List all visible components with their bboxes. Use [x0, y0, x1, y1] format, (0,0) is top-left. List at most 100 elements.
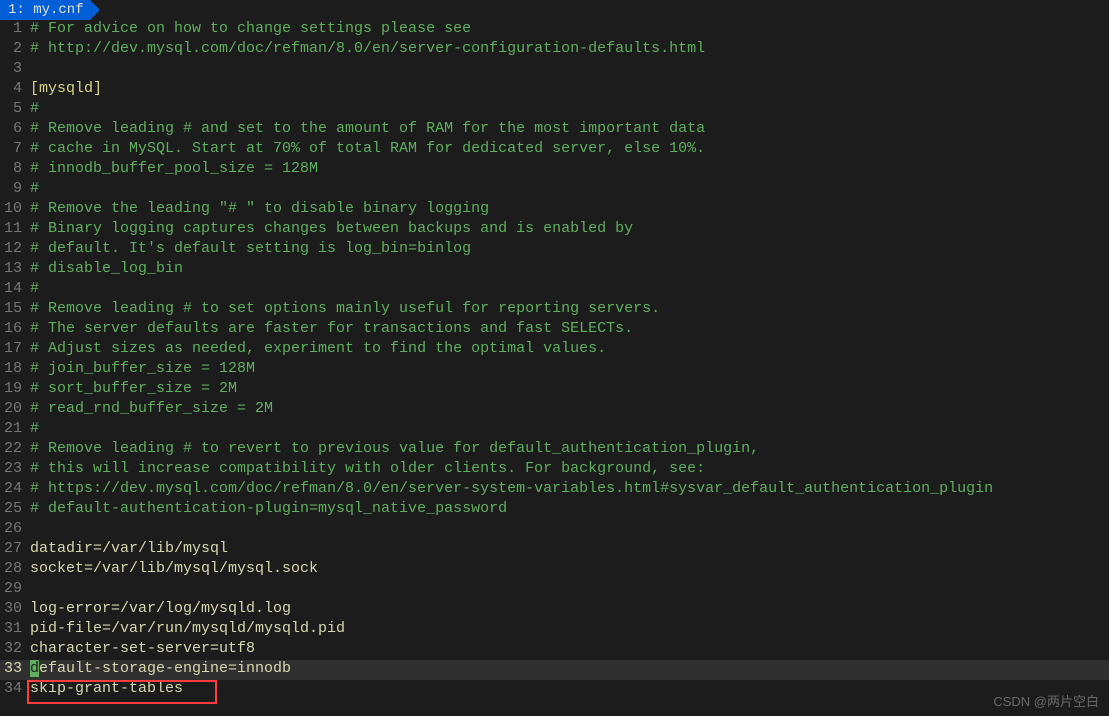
line-content: # default. It's default setting is log_b…: [26, 240, 471, 257]
line-number: 18: [0, 360, 26, 377]
line-content: [mysqld]: [26, 80, 102, 97]
line-content: # The server defaults are faster for tra…: [26, 320, 633, 337]
buffer-tab-label: 1: my.cnf: [8, 2, 84, 18]
code-line[interactable]: 4[mysqld]: [0, 80, 1109, 100]
code-line[interactable]: 15# Remove leading # to set options main…: [0, 300, 1109, 320]
line-number: 4: [0, 80, 26, 97]
line-content: pid-file=/var/run/mysqld/mysqld.pid: [26, 620, 345, 637]
line-number: 14: [0, 280, 26, 297]
line-number: 21: [0, 420, 26, 437]
line-content: log-error=/var/log/mysqld.log: [26, 600, 291, 617]
line-content: socket=/var/lib/mysql/mysql.sock: [26, 560, 318, 577]
line-content: # sort_buffer_size = 2M: [26, 380, 237, 397]
line-number: 11: [0, 220, 26, 237]
code-line[interactable]: 30log-error=/var/log/mysqld.log: [0, 600, 1109, 620]
code-line[interactable]: 34skip-grant-tables: [0, 680, 1109, 700]
line-content: # read_rnd_buffer_size = 2M: [26, 400, 273, 417]
code-line[interactable]: 25# default-authentication-plugin=mysql_…: [0, 500, 1109, 520]
code-line[interactable]: 22# Remove leading # to revert to previo…: [0, 440, 1109, 460]
line-content: # Remove the leading "# " to disable bin…: [26, 200, 489, 217]
line-number: 16: [0, 320, 26, 337]
code-line[interactable]: 5#: [0, 100, 1109, 120]
code-line[interactable]: 2# http://dev.mysql.com/doc/refman/8.0/e…: [0, 40, 1109, 60]
line-number: 13: [0, 260, 26, 277]
line-content: skip-grant-tables: [26, 680, 183, 697]
code-line[interactable]: 12# default. It's default setting is log…: [0, 240, 1109, 260]
line-content: #: [26, 280, 39, 297]
line-content: #: [26, 180, 39, 197]
line-number: 7: [0, 140, 26, 157]
line-number: 2: [0, 40, 26, 57]
line-number: 5: [0, 100, 26, 117]
line-number: 23: [0, 460, 26, 477]
line-content: # cache in MySQL. Start at 70% of total …: [26, 140, 705, 157]
line-content: # innodb_buffer_pool_size = 128M: [26, 160, 318, 177]
line-content: # For advice on how to change settings p…: [26, 20, 471, 37]
line-content: # http://dev.mysql.com/doc/refman/8.0/en…: [26, 40, 705, 57]
line-content: # join_buffer_size = 128M: [26, 360, 255, 377]
code-line[interactable]: 13# disable_log_bin: [0, 260, 1109, 280]
buffer-tab[interactable]: 1: my.cnf: [0, 0, 90, 20]
code-line[interactable]: 17# Adjust sizes as needed, experiment t…: [0, 340, 1109, 360]
code-line[interactable]: 10# Remove the leading "# " to disable b…: [0, 200, 1109, 220]
line-number: 22: [0, 440, 26, 457]
line-number: 8: [0, 160, 26, 177]
line-number: 9: [0, 180, 26, 197]
code-line[interactable]: 3: [0, 60, 1109, 80]
code-line[interactable]: 32character-set-server=utf8: [0, 640, 1109, 660]
code-line[interactable]: 29: [0, 580, 1109, 600]
line-content: character-set-server=utf8: [26, 640, 255, 657]
line-number: 34: [0, 680, 26, 697]
line-number: 20: [0, 400, 26, 417]
code-line[interactable]: 16# The server defaults are faster for t…: [0, 320, 1109, 340]
editor-area[interactable]: 1# For advice on how to change settings …: [0, 20, 1109, 716]
line-content: # default-authentication-plugin=mysql_na…: [26, 500, 507, 517]
code-line[interactable]: 14#: [0, 280, 1109, 300]
code-line[interactable]: 6# Remove leading # and set to the amoun…: [0, 120, 1109, 140]
line-content: # disable_log_bin: [26, 260, 183, 277]
line-content: # this will increase compatibility with …: [26, 460, 705, 477]
line-content: #: [26, 100, 39, 117]
line-number: 30: [0, 600, 26, 617]
tab-bar: 1: my.cnf: [0, 0, 1109, 20]
code-line[interactable]: 21#: [0, 420, 1109, 440]
line-number: 17: [0, 340, 26, 357]
code-line[interactable]: 23# this will increase compatibility wit…: [0, 460, 1109, 480]
code-line[interactable]: 27datadir=/var/lib/mysql: [0, 540, 1109, 560]
line-number: 26: [0, 520, 26, 537]
line-number: 6: [0, 120, 26, 137]
code-line[interactable]: 18# join_buffer_size = 128M: [0, 360, 1109, 380]
line-content: #: [26, 420, 39, 437]
line-number: 10: [0, 200, 26, 217]
code-line[interactable]: 20# read_rnd_buffer_size = 2M: [0, 400, 1109, 420]
line-content: # Remove leading # and set to the amount…: [26, 120, 705, 137]
line-number: 32: [0, 640, 26, 657]
line-number: 33: [0, 660, 26, 677]
line-content: datadir=/var/lib/mysql: [26, 540, 228, 557]
code-line[interactable]: 31pid-file=/var/run/mysqld/mysqld.pid: [0, 620, 1109, 640]
code-line[interactable]: 11# Binary logging captures changes betw…: [0, 220, 1109, 240]
code-line[interactable]: 9#: [0, 180, 1109, 200]
cursor: d: [30, 660, 39, 677]
code-line[interactable]: 28socket=/var/lib/mysql/mysql.sock: [0, 560, 1109, 580]
code-line[interactable]: 1# For advice on how to change settings …: [0, 20, 1109, 40]
code-line[interactable]: 33default-storage-engine=innodb: [0, 660, 1109, 680]
line-content: default-storage-engine=innodb: [26, 660, 291, 677]
line-number: 31: [0, 620, 26, 637]
line-content: # Binary logging captures changes betwee…: [26, 220, 633, 237]
line-number: 25: [0, 500, 26, 517]
line-content: # Remove leading # to set options mainly…: [26, 300, 660, 317]
line-number: 15: [0, 300, 26, 317]
code-line[interactable]: 26: [0, 520, 1109, 540]
line-content: # Adjust sizes as needed, experiment to …: [26, 340, 606, 357]
line-number: 3: [0, 60, 26, 77]
code-line[interactable]: 8# innodb_buffer_pool_size = 128M: [0, 160, 1109, 180]
line-content: # Remove leading # to revert to previous…: [26, 440, 759, 457]
code-line[interactable]: 24# https://dev.mysql.com/doc/refman/8.0…: [0, 480, 1109, 500]
line-content: # https://dev.mysql.com/doc/refman/8.0/e…: [26, 480, 993, 497]
line-number: 12: [0, 240, 26, 257]
line-number: 1: [0, 20, 26, 37]
line-number: 29: [0, 580, 26, 597]
code-line[interactable]: 19# sort_buffer_size = 2M: [0, 380, 1109, 400]
code-line[interactable]: 7# cache in MySQL. Start at 70% of total…: [0, 140, 1109, 160]
